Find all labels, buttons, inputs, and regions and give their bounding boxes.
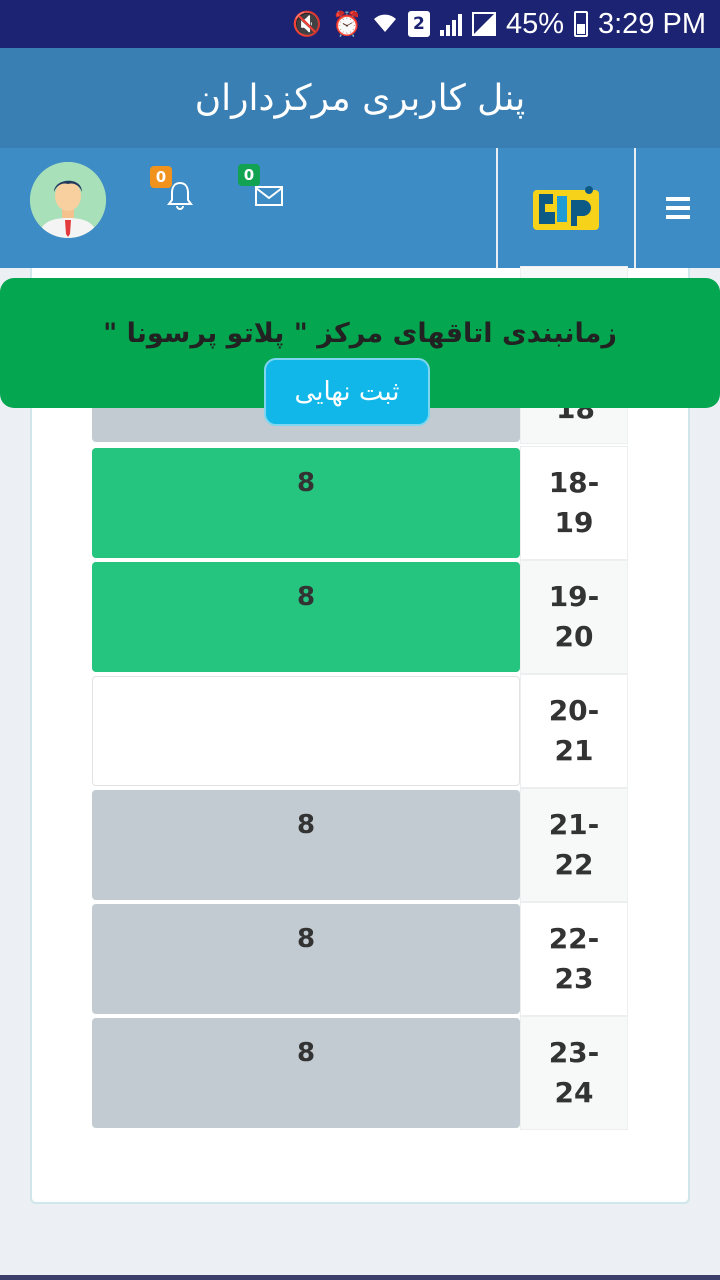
status-bar: 🔇 ⏰ 2 45% 3:29 PM [0, 0, 720, 48]
slot-time: 21- 22 [520, 788, 628, 902]
slot-time-end: 21 [554, 734, 594, 767]
wifi-icon [372, 10, 398, 38]
table-row: 20- 21 [92, 674, 628, 788]
slot-time: 18- 19 [520, 446, 628, 560]
slot-cell[interactable]: 8 [92, 562, 520, 672]
bottom-edge [0, 1275, 720, 1280]
signal-icon [439, 12, 462, 36]
clock: 3:29 PM [598, 7, 706, 40]
slot-time: 23- 24 [520, 1016, 628, 1130]
logo-link[interactable] [498, 148, 634, 268]
messages-badge: 0 [238, 164, 260, 186]
avatar-icon [30, 162, 106, 238]
sim-slot-icon: 2 [407, 11, 430, 37]
no-signal-icon [471, 12, 496, 36]
page-title: پنل کاربری مرکزداران [194, 77, 526, 119]
battery-icon [574, 11, 588, 37]
slot-time-end: 20 [554, 620, 594, 653]
menu-button[interactable] [636, 148, 720, 268]
slot-time-start: 18- [548, 466, 600, 499]
slot-time-end: 19 [554, 506, 594, 539]
table-row: 8 22- 23 [92, 902, 628, 1016]
envelope-icon [255, 186, 283, 206]
slot-time-end: 24 [554, 1076, 594, 1109]
slot-time-end: 23 [554, 962, 594, 995]
table-row: 8 19- 20 [92, 560, 628, 674]
slot-cell[interactable]: 8 [92, 448, 520, 558]
app-header: پنل کاربری مرکزداران [0, 48, 720, 148]
slot-time-end: 22 [554, 848, 594, 881]
hamburger-icon [666, 197, 690, 219]
table-row: 8 23- 24 [92, 1016, 628, 1130]
user-avatar[interactable] [30, 162, 106, 238]
slot-time-start: 21- [548, 808, 600, 841]
slot-cell[interactable]: 8 [92, 904, 520, 1014]
slot-time: 22- 23 [520, 902, 628, 1016]
slot-time-start: 22- [548, 922, 600, 955]
mute-icon: 🔇 [292, 10, 323, 38]
platto-logo [533, 186, 599, 230]
final-submit-button[interactable]: ثبت نهایی [264, 358, 430, 426]
table-row: 8 21- 22 [92, 788, 628, 902]
messages-button[interactable] [254, 184, 284, 212]
slot-time-start: 19- [548, 580, 600, 613]
slot-time-start: 23- [548, 1036, 600, 1069]
alarm-icon: ⏰ [332, 10, 362, 38]
banner-title: زمانبندی اتاقهای مرکز " پلاتو پرسونا " [103, 318, 617, 349]
slot-time: 20- 21 [520, 674, 628, 788]
navbar: 0 0 [0, 148, 720, 268]
slot-time: 19- 20 [520, 560, 628, 674]
slot-cell[interactable] [92, 676, 520, 786]
slot-time-start: 20- [548, 694, 600, 727]
notifications-badge: 0 [150, 166, 172, 188]
table-row: 8 18- 19 [92, 446, 628, 560]
slot-cell[interactable]: 8 [92, 1018, 520, 1128]
slot-cell[interactable]: 8 [92, 790, 520, 900]
battery-percent: 45% [505, 7, 564, 40]
